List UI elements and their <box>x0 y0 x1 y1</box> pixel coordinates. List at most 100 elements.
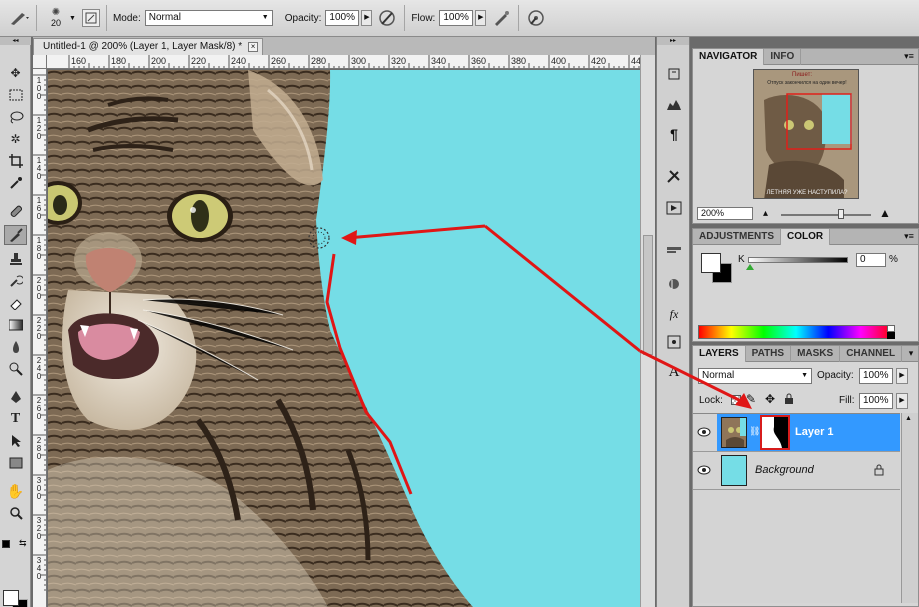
grayscale-slider-thumb[interactable] <box>746 264 754 270</box>
crop-tool-icon[interactable] <box>4 151 27 171</box>
path-selection-tool-icon[interactable] <box>4 431 27 451</box>
healing-brush-tool-icon[interactable] <box>4 201 27 221</box>
rectangle-tool-icon[interactable] <box>4 453 27 473</box>
tab-channels[interactable]: CHANNEL <box>840 346 903 362</box>
rectangular-marquee-tool-icon[interactable] <box>4 85 27 105</box>
layer-name-background[interactable]: Background <box>755 464 814 476</box>
panel-menu-icon[interactable]: ▾≡ <box>900 229 918 244</box>
dodge-tool-icon[interactable] <box>4 359 27 379</box>
default-colors-icon[interactable] <box>2 540 10 548</box>
grayscale-slider[interactable] <box>748 257 848 263</box>
fill-arrow[interactable]: ▶ <box>896 393 908 409</box>
zoom-in-icon[interactable]: ▲ <box>879 206 891 220</box>
brush-panel-toggle-icon[interactable] <box>81 9 100 27</box>
foreground-color-swatch[interactable] <box>3 590 19 606</box>
masks-panel-icon[interactable] <box>664 275 684 293</box>
dock-collapse-icon[interactable]: ▸▸ <box>657 37 689 45</box>
tab-navigator[interactable]: NAVIGATOR <box>693 49 765 65</box>
clone-stamp-tool-icon[interactable] <box>4 249 27 269</box>
lasso-tool-icon[interactable] <box>4 107 27 127</box>
mode-select[interactable]: Normal ▼ <box>144 10 273 26</box>
lock-all-icon[interactable] <box>784 393 794 408</box>
vertical-ruler[interactable]: 100 120 140 160 180 200 220 240 260 280 300 320 340 <box>33 69 47 607</box>
lock-pixels-icon[interactable]: ✎ <box>746 392 756 406</box>
brush-picker-arrow-icon[interactable]: ▼ <box>69 15 76 22</box>
visibility-eye-icon[interactable] <box>696 463 712 477</box>
tab-layers[interactable]: LAYERS <box>693 346 746 362</box>
pressure-size-icon[interactable] <box>525 7 547 29</box>
type-tool-icon[interactable]: T <box>4 409 27 429</box>
gradient-tool-icon[interactable] <box>4 315 27 335</box>
visibility-eye-icon[interactable] <box>696 425 712 439</box>
color-spectrum-bar[interactable] <box>698 325 894 339</box>
eraser-tool-icon[interactable] <box>4 293 27 313</box>
layer-name-layer-1[interactable]: Layer 1 <box>795 426 834 438</box>
pen-tool-icon[interactable] <box>4 387 27 407</box>
clone-source-icon[interactable] <box>664 333 684 351</box>
blend-mode-select[interactable]: Normal ▼ <box>698 368 812 384</box>
layer-thumbnail[interactable] <box>721 455 747 486</box>
opacity-input[interactable]: 100% <box>325 10 360 26</box>
layers-scrollbar[interactable]: ▲ <box>901 413 918 603</box>
navigator-preview[interactable]: Пишет: Отпуск закончился на один вечер! … <box>753 69 859 199</box>
blur-tool-icon[interactable] <box>4 337 27 357</box>
tab-color[interactable]: COLOR <box>781 229 831 245</box>
brush-preset-picker[interactable]: ✺ 20 <box>45 8 67 29</box>
opacity-slider-toggle[interactable]: ▶ <box>361 10 373 26</box>
horizontal-ruler[interactable]: 160 180 200 220 240 260 280 300 320 340 360 380 400 4… <box>33 55 643 69</box>
layer-opacity-arrow[interactable]: ▶ <box>896 368 908 384</box>
brush-tool-preset-icon[interactable] <box>8 7 30 29</box>
panel-menu-icon[interactable]: ▾≡ <box>900 49 918 64</box>
move-tool-icon[interactable]: ✥ <box>4 63 27 83</box>
eyedropper-tool-icon[interactable] <box>4 173 27 193</box>
tab-masks[interactable]: MASKS <box>791 346 841 362</box>
close-icon[interactable]: × <box>248 42 259 52</box>
zoom-out-icon[interactable]: ▴ <box>763 208 768 219</box>
zoom-tool-icon[interactable] <box>4 503 27 523</box>
tab-info[interactable]: INFO <box>764 49 802 65</box>
scrollbar-thumb[interactable] <box>643 235 653 355</box>
history-brush-tool-icon[interactable] <box>4 271 27 291</box>
zoom-slider[interactable] <box>781 214 871 216</box>
airbrush-icon[interactable] <box>490 7 512 29</box>
tool-presets-icon[interactable] <box>664 167 684 185</box>
layer-mask-thumbnail[interactable] <box>760 415 790 450</box>
character-panel-icon[interactable]: A <box>664 363 684 381</box>
toolbar-collapse-icon[interactable]: ◂◂ <box>0 37 31 45</box>
zoom-slider-thumb[interactable] <box>838 209 844 219</box>
lock-position-icon[interactable]: ✥ <box>765 392 775 406</box>
lock-transparency-icon[interactable] <box>731 395 741 405</box>
document-tab[interactable]: Untitled-1 @ 200% (Layer 1, Layer Mask/8… <box>33 38 264 55</box>
styles-panel-icon[interactable] <box>664 243 684 261</box>
scroll-up-icon[interactable]: ▲ <box>905 415 912 422</box>
spectrum-white-swatch[interactable] <box>887 325 895 332</box>
layer-row-background[interactable]: Background <box>693 452 900 490</box>
document-canvas[interactable] <box>48 70 640 607</box>
fx-panel-icon[interactable]: fx <box>664 305 684 323</box>
flow-input[interactable]: 100% <box>439 10 474 26</box>
layer-thumbnail[interactable] <box>721 417 747 448</box>
quick-selection-tool-icon[interactable]: ✲ <box>4 129 27 149</box>
navigator-zoom-input[interactable]: 200% <box>697 207 753 220</box>
mask-link-icon[interactable]: ⛓ <box>749 426 760 437</box>
ruler-origin[interactable] <box>33 55 47 69</box>
paragraph-panel-icon[interactable]: ¶ <box>664 125 684 143</box>
vertical-scrollbar[interactable] <box>640 55 655 607</box>
brush-tool-icon[interactable] <box>4 225 27 245</box>
histogram-panel-icon[interactable] <box>664 95 684 113</box>
channel-value-input[interactable]: 0 <box>856 253 886 267</box>
swap-colors-icon[interactable]: ⇆ <box>19 538 27 549</box>
actions-panel-icon[interactable] <box>664 199 684 217</box>
tab-adjustments[interactable]: ADJUSTMENTS <box>693 229 782 245</box>
pressure-opacity-icon[interactable] <box>376 7 398 29</box>
color-foreground-swatch[interactable] <box>701 253 721 273</box>
spectrum-black-swatch[interactable] <box>887 332 895 339</box>
fill-input[interactable]: 100% <box>859 393 893 409</box>
hand-tool-icon[interactable]: ✋ <box>4 481 27 501</box>
layer-row-layer-1[interactable]: ⛓ Layer 1 <box>693 414 900 452</box>
history-panel-icon[interactable] <box>664 65 684 83</box>
flow-slider-toggle[interactable]: ▶ <box>475 10 487 26</box>
layer-opacity-input[interactable]: 100% <box>859 368 893 384</box>
panel-menu-icon[interactable]: ▾ <box>904 346 918 361</box>
tab-paths[interactable]: PATHS <box>746 346 792 362</box>
